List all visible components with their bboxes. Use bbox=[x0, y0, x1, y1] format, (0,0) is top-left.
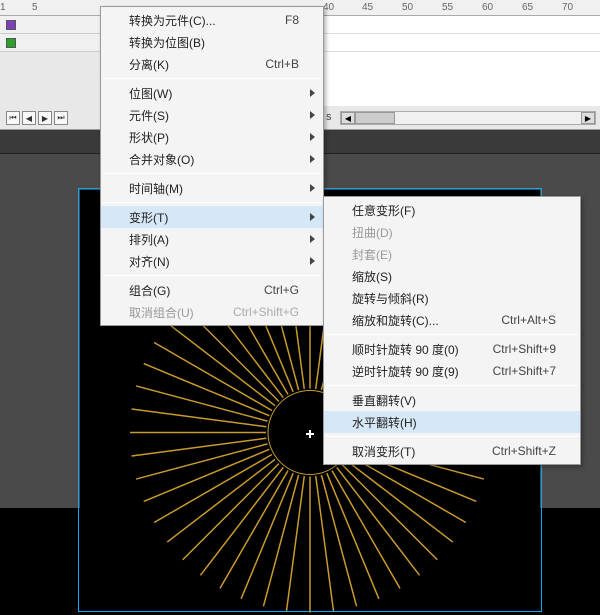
menu-item[interactable]: 排列(A) bbox=[101, 228, 323, 250]
menu-item[interactable]: 顺时针旋转 90 度(0) Ctrl+Shift+9 bbox=[324, 338, 580, 360]
menu-item-label: 顺时针旋转 90 度(0) bbox=[352, 341, 459, 358]
submenu-arrow-icon bbox=[310, 111, 315, 119]
submenu-arrow-icon bbox=[310, 213, 315, 221]
layer-color-swatch bbox=[6, 20, 16, 30]
menu-item-label: 组合(G) bbox=[129, 282, 170, 299]
scroll-thumb[interactable] bbox=[355, 112, 395, 124]
menu-item-label: 扭曲(D) bbox=[352, 224, 393, 241]
menu-item[interactable]: 任意变形(F) bbox=[324, 199, 580, 221]
menu-item-shortcut: Ctrl+Shift+Z bbox=[492, 444, 556, 458]
menu-item-label: 水平翻转(H) bbox=[352, 414, 417, 431]
menu-item: 封套(E) bbox=[324, 243, 580, 265]
menu-separator bbox=[326, 334, 578, 335]
menu-separator bbox=[326, 436, 578, 437]
menu-item-label: 形状(P) bbox=[129, 129, 169, 146]
menu-separator bbox=[326, 385, 578, 386]
menu-item-label: 旋转与倾斜(R) bbox=[352, 290, 429, 307]
ruler-tick: 45 bbox=[362, 2, 373, 13]
prev-frame-button[interactable]: ◀ bbox=[22, 111, 36, 125]
submenu-arrow-icon bbox=[310, 155, 315, 163]
menu-item-label: 封套(E) bbox=[352, 246, 392, 263]
menu-item[interactable]: 合并对象(O) bbox=[101, 148, 323, 170]
context-menu-transform: 任意变形(F) 扭曲(D) 封套(E) 缩放(S) 旋转与倾斜(R) 缩放和旋转(C)..… bbox=[323, 196, 581, 465]
menu-item-label: 转换为元件(C)... bbox=[129, 12, 216, 29]
menu-item-label: 变形(T) bbox=[129, 209, 168, 226]
menu-item-label: 任意变形(F) bbox=[352, 202, 415, 219]
submenu-arrow-icon bbox=[310, 184, 315, 192]
menu-item[interactable]: 转换为位图(B) bbox=[101, 31, 323, 53]
menu-item-shortcut: Ctrl+Shift+9 bbox=[493, 342, 556, 356]
menu-separator bbox=[103, 78, 321, 79]
menu-item-label: 合并对象(O) bbox=[129, 151, 194, 168]
ruler-tick: 5 bbox=[32, 2, 38, 13]
layer-row[interactable] bbox=[0, 34, 100, 52]
context-menu-modify: 转换为元件(C)... F8 转换为位图(B) 分离(K) Ctrl+B 位图(W) 元件(… bbox=[100, 6, 324, 326]
menu-item-label: 元件(S) bbox=[129, 107, 169, 124]
menu-item[interactable]: 转换为元件(C)... F8 bbox=[101, 9, 323, 31]
timeline-controls: ⏮ ◀ ▶ ⏭ bbox=[6, 111, 68, 125]
menu-separator bbox=[103, 173, 321, 174]
menu-item-shortcut: Ctrl+Shift+7 bbox=[493, 364, 556, 378]
menu-item[interactable]: 时间轴(M) bbox=[101, 177, 323, 199]
menu-item[interactable]: 缩放和旋转(C)... Ctrl+Alt+S bbox=[324, 309, 580, 331]
menu-item-label: 时间轴(M) bbox=[129, 180, 183, 197]
menu-item[interactable]: 形状(P) bbox=[101, 126, 323, 148]
menu-item[interactable]: 取消变形(T) Ctrl+Shift+Z bbox=[324, 440, 580, 462]
menu-item-label: 缩放和旋转(C)... bbox=[352, 312, 439, 329]
ruler-tick: 50 bbox=[402, 2, 413, 13]
menu-item-shortcut: Ctrl+Shift+G bbox=[233, 305, 299, 319]
menu-item: 取消组合(U) Ctrl+Shift+G bbox=[101, 301, 323, 323]
menu-item[interactable]: 对齐(N) bbox=[101, 250, 323, 272]
first-frame-button[interactable]: ⏮ bbox=[6, 111, 20, 125]
layer-row[interactable] bbox=[0, 16, 100, 34]
scroll-left-button[interactable]: ◀ bbox=[341, 112, 355, 124]
menu-item: 扭曲(D) bbox=[324, 221, 580, 243]
menu-item[interactable]: 旋转与倾斜(R) bbox=[324, 287, 580, 309]
menu-item-label: 垂直翻转(V) bbox=[352, 392, 416, 409]
menu-item-shortcut: Ctrl+G bbox=[264, 283, 299, 297]
menu-item[interactable]: 缩放(S) bbox=[324, 265, 580, 287]
timeline-scrollbar[interactable]: ◀ ▶ bbox=[340, 111, 596, 125]
ruler-tick: 40 bbox=[323, 2, 334, 13]
ruler-tick: 60 bbox=[482, 2, 493, 13]
menu-item-label: 缩放(S) bbox=[352, 268, 392, 285]
submenu-arrow-icon bbox=[310, 235, 315, 243]
menu-item-label: 排列(A) bbox=[129, 231, 169, 248]
last-frame-button[interactable]: ⏭ bbox=[54, 111, 68, 125]
ruler-tick: 70 bbox=[562, 2, 573, 13]
scroll-track[interactable] bbox=[355, 112, 581, 124]
menu-item[interactable]: 水平翻转(H) bbox=[324, 411, 580, 433]
submenu-arrow-icon bbox=[310, 133, 315, 141]
layer-color-swatch bbox=[6, 38, 16, 48]
next-frame-button[interactable]: ▶ bbox=[38, 111, 52, 125]
menu-item-label: 逆时针旋转 90 度(9) bbox=[352, 363, 459, 380]
menu-item-label: 取消组合(U) bbox=[129, 304, 194, 321]
menu-item[interactable]: 逆时针旋转 90 度(9) Ctrl+Shift+7 bbox=[324, 360, 580, 382]
menu-item[interactable]: 组合(G) Ctrl+G bbox=[101, 279, 323, 301]
layer-panel bbox=[0, 16, 100, 52]
ruler-tick: 1 bbox=[0, 2, 6, 13]
menu-item[interactable]: 元件(S) bbox=[101, 104, 323, 126]
menu-item-label: 取消变形(T) bbox=[352, 443, 415, 460]
menu-item-shortcut: Ctrl+Alt+S bbox=[501, 313, 556, 327]
menu-item[interactable]: 垂直翻转(V) bbox=[324, 389, 580, 411]
menu-item-label: 对齐(N) bbox=[129, 253, 170, 270]
menu-item-label: 分离(K) bbox=[129, 56, 169, 73]
menu-item-shortcut: Ctrl+B bbox=[265, 57, 299, 71]
submenu-arrow-icon bbox=[310, 89, 315, 97]
scroll-right-button[interactable]: ▶ bbox=[581, 112, 595, 124]
status-text: s bbox=[326, 111, 332, 123]
menu-item[interactable]: 位图(W) bbox=[101, 82, 323, 104]
transform-origin-icon bbox=[306, 430, 314, 438]
menu-item-shortcut: F8 bbox=[285, 13, 299, 27]
submenu-arrow-icon bbox=[310, 257, 315, 265]
menu-item[interactable]: 变形(T) bbox=[101, 206, 323, 228]
menu-item-label: 转换为位图(B) bbox=[129, 34, 205, 51]
menu-separator bbox=[103, 202, 321, 203]
ruler-tick: 65 bbox=[522, 2, 533, 13]
menu-item-label: 位图(W) bbox=[129, 85, 172, 102]
menu-item[interactable]: 分离(K) Ctrl+B bbox=[101, 53, 323, 75]
ruler-tick: 55 bbox=[442, 2, 453, 13]
menu-separator bbox=[103, 275, 321, 276]
